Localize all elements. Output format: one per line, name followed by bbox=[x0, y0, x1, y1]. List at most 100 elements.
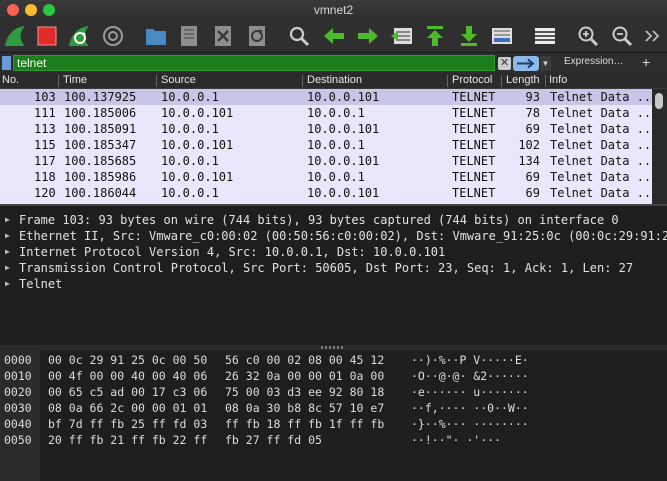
packet-destination: 10.0.0.1 bbox=[307, 106, 365, 120]
packet-row[interactable]: 118 100.185986 10.0.0.101 10.0.0.1 TELNE… bbox=[0, 169, 652, 185]
packet-protocol: TELNET bbox=[452, 90, 496, 104]
column-protocol-header[interactable]: Protocol bbox=[452, 74, 492, 86]
expression-button[interactable]: Expression… bbox=[564, 56, 623, 67]
expand-arrow-icon[interactable]: ▶ bbox=[5, 244, 10, 260]
packet-no: 120 bbox=[34, 186, 56, 200]
packet-row[interactable]: 120 100.186044 10.0.0.1 10.0.0.101 TELNE… bbox=[0, 185, 652, 201]
stop-square-icon[interactable] bbox=[34, 23, 60, 49]
detail-row-frame[interactable]: ▶ Frame 103: 93 bytes on wire (744 bits),… bbox=[0, 212, 667, 228]
apply-filter-icon[interactable] bbox=[513, 56, 539, 71]
packet-row[interactable]: 113 100.185091 10.0.0.1 10.0.0.101 TELNE… bbox=[0, 121, 652, 137]
main-toolbar bbox=[0, 20, 667, 53]
window-title: vmnet2 bbox=[313, 3, 354, 17]
column-source-header[interactable]: Source bbox=[161, 74, 196, 86]
hex-bytes[interactable]: bf 7d ff fb 25 ff fd 03 bbox=[48, 416, 207, 432]
column-divider[interactable] bbox=[501, 75, 502, 87]
more-chevron-icon[interactable] bbox=[640, 23, 664, 49]
packet-source: 10.0.0.1 bbox=[161, 122, 219, 136]
zoom-in-icon[interactable] bbox=[575, 23, 601, 49]
last-packet-icon[interactable] bbox=[456, 23, 482, 49]
packet-protocol: TELNET bbox=[452, 106, 496, 120]
hex-bytes[interactable]: 26 32 0a 00 00 01 0a 00 bbox=[225, 368, 384, 384]
packet-source: 10.0.0.101 bbox=[161, 106, 234, 120]
go-forward-arrow-icon[interactable] bbox=[355, 23, 381, 49]
display-filter-input[interactable]: telnet bbox=[13, 55, 495, 71]
save-file-icon[interactable] bbox=[176, 23, 202, 49]
hex-bytes[interactable]: ff fb 18 ff fb 1f ff fb bbox=[225, 416, 384, 432]
column-info-header[interactable]: Info bbox=[549, 74, 567, 86]
detail-row-tcp[interactable]: ▶ Transmission Control Protocol, Src Port… bbox=[0, 260, 667, 276]
display-filter-bar: telnet ✕ ▼ Expression… + bbox=[0, 53, 667, 73]
close-file-icon[interactable] bbox=[210, 23, 236, 49]
hex-bytes[interactable]: 56 c0 00 02 08 00 45 12 bbox=[225, 352, 384, 368]
column-length-header[interactable]: Length bbox=[506, 74, 540, 86]
hex-bytes[interactable]: 08 0a 30 b8 8c 57 10 e7 bbox=[225, 400, 384, 416]
column-divider[interactable] bbox=[156, 75, 157, 87]
go-back-arrow-icon[interactable] bbox=[321, 23, 347, 49]
autoscroll-icon[interactable] bbox=[489, 23, 515, 49]
packet-row[interactable]: 117 100.185685 10.0.0.1 10.0.0.101 TELNE… bbox=[0, 153, 652, 169]
scrollbar-thumb[interactable] bbox=[655, 93, 663, 109]
hex-ascii[interactable]: ·O··@·@· &2······ bbox=[411, 368, 529, 384]
column-divider[interactable] bbox=[545, 75, 546, 87]
reload-file-icon[interactable] bbox=[244, 23, 270, 49]
hex-bytes[interactable]: 75 00 03 d3 ee 92 80 18 bbox=[225, 384, 384, 400]
hex-bytes[interactable]: 00 4f 00 00 40 00 40 06 bbox=[48, 368, 207, 384]
column-divider[interactable] bbox=[447, 75, 448, 87]
hex-ascii[interactable]: ··!··"· ·'··· bbox=[411, 432, 501, 448]
expand-arrow-icon[interactable]: ▶ bbox=[5, 228, 10, 244]
capture-options-gear-icon[interactable] bbox=[100, 23, 126, 49]
hex-bytes[interactable]: 00 0c 29 91 25 0c 00 50 bbox=[48, 352, 207, 368]
go-to-packet-icon[interactable] bbox=[389, 23, 415, 49]
packet-length: 102 bbox=[518, 138, 540, 152]
restart-capture-icon[interactable] bbox=[66, 23, 92, 49]
expand-arrow-icon[interactable]: ▶ bbox=[5, 260, 10, 276]
hex-offset: 0050 bbox=[4, 433, 32, 447]
first-packet-icon[interactable] bbox=[422, 23, 448, 49]
packet-source: 10.0.0.101 bbox=[161, 170, 234, 184]
hex-bytes[interactable]: 20 ff fb 21 ff fb 22 ff bbox=[48, 432, 207, 448]
hex-bytes[interactable]: 08 0a 66 2c 00 00 01 01 bbox=[48, 400, 207, 416]
hex-ascii[interactable]: ·}··%··· ········ bbox=[411, 416, 529, 432]
packet-info: Telnet Data ... bbox=[550, 106, 652, 120]
column-divider[interactable] bbox=[302, 75, 303, 87]
packet-no: 118 bbox=[34, 170, 56, 184]
packet-row-selected[interactable]: 103 100.137925 10.0.0.1 10.0.0.101 TELNE… bbox=[0, 89, 652, 105]
hex-offset: 0030 bbox=[4, 401, 32, 415]
clear-filter-icon[interactable]: ✕ bbox=[498, 57, 511, 70]
filter-dropdown-chevron-icon[interactable]: ▼ bbox=[540, 56, 551, 71]
open-folder-icon[interactable] bbox=[143, 23, 169, 49]
hex-bytes[interactable]: 00 65 c5 ad 00 17 c3 06 bbox=[48, 384, 207, 400]
packet-row[interactable]: 111 100.185006 10.0.0.101 10.0.0.1 TELNE… bbox=[0, 105, 652, 121]
packet-details-pane: ▶ Frame 103: 93 bytes on wire (744 bits),… bbox=[0, 206, 667, 346]
hex-ascii[interactable]: ·e······ u······· bbox=[411, 384, 529, 400]
packet-time: 100.185986 bbox=[64, 170, 137, 184]
packet-info: Telnet Data ... bbox=[550, 154, 652, 168]
column-no-header[interactable]: No. bbox=[2, 74, 19, 86]
hex-ascii[interactable]: ··f,···· ··0··W·· bbox=[411, 400, 529, 416]
packet-source: 10.0.0.101 bbox=[161, 138, 234, 152]
add-filter-button[interactable]: + bbox=[642, 54, 650, 70]
column-divider[interactable] bbox=[58, 75, 59, 87]
detail-row-telnet[interactable]: ▶ Telnet bbox=[0, 276, 667, 292]
expand-arrow-icon[interactable]: ▶ bbox=[5, 212, 10, 228]
packet-list-scrollbar[interactable] bbox=[652, 89, 667, 204]
packet-bytes-pane: 0000 00 0c 29 91 25 0c 00 50 56 c0 00 02… bbox=[0, 350, 667, 481]
find-packet-icon[interactable] bbox=[286, 23, 312, 49]
colorize-icon[interactable] bbox=[532, 23, 558, 49]
packet-source: 10.0.0.1 bbox=[161, 154, 219, 168]
packet-row[interactable]: 115 100.185347 10.0.0.101 10.0.0.1 TELNE… bbox=[0, 137, 652, 153]
detail-row-ethernet[interactable]: ▶ Ethernet II, Src: Vmware_c0:00:02 (00:5… bbox=[0, 228, 667, 244]
packet-protocol: TELNET bbox=[452, 122, 496, 136]
bookmark-icon[interactable] bbox=[2, 56, 11, 70]
packet-length: 93 bbox=[525, 90, 540, 104]
packet-length: 69 bbox=[525, 186, 540, 200]
zoom-out-icon[interactable] bbox=[609, 23, 635, 49]
column-time-header[interactable]: Time bbox=[63, 74, 87, 86]
expand-arrow-icon[interactable]: ▶ bbox=[5, 276, 10, 292]
detail-row-ip[interactable]: ▶ Internet Protocol Version 4, Src: 10.0.… bbox=[0, 244, 667, 260]
hex-ascii[interactable]: ··)·%··P V·····E· bbox=[411, 352, 529, 368]
hex-bytes[interactable]: fb 27 ff fd 05 bbox=[225, 432, 322, 448]
column-destination-header[interactable]: Destination bbox=[307, 74, 362, 86]
shark-fin-start-icon[interactable] bbox=[2, 23, 28, 49]
